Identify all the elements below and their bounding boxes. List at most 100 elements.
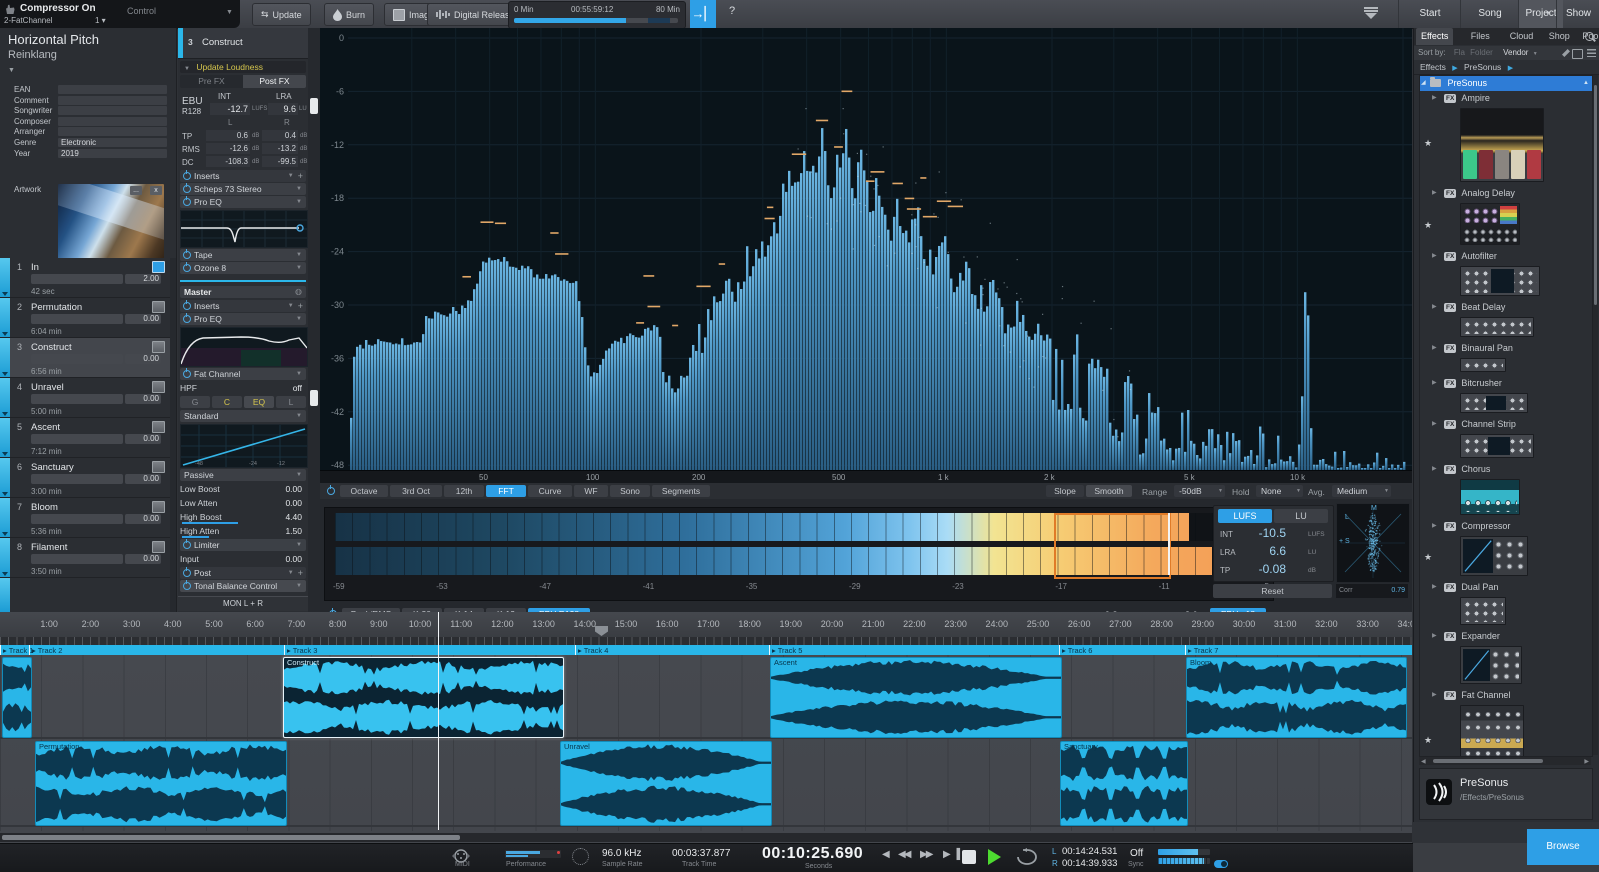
plugin-thumbnail[interactable] [1460, 705, 1524, 756]
control-dropdown-icon[interactable]: ▼ [226, 9, 233, 16]
tree-item-presonus-root[interactable]: ◢ PreSonus ▲ [1420, 76, 1592, 91]
expander-icon[interactable]: ▶ [1432, 341, 1437, 356]
favorite-star-icon[interactable]: ★ [1424, 220, 1432, 231]
track-list-item-partial[interactable] [0, 578, 170, 612]
scrollbar-thumb[interactable] [1433, 759, 1543, 763]
track-lanes[interactable]: Construct Ascent Bloom Permutation Unravel Sa… [0, 655, 1412, 831]
power-icon[interactable] [183, 313, 191, 323]
track-list-item[interactable]: 3 Construct 0.00 6:56 min [0, 338, 170, 378]
sort-vendor-option[interactable]: Vendor [1503, 48, 1528, 57]
fc-mode-dropdown[interactable]: Standard ▼ [180, 410, 306, 422]
eq-param-row[interactable]: High Boost 4.40 [180, 511, 306, 524]
panel-view-icon[interactable] [1572, 49, 1583, 59]
gain-value[interactable]: 0.00 [125, 394, 161, 404]
eq-param-row[interactable]: Low Boost 0.00 [180, 483, 306, 495]
expander-icon[interactable]: ▶ [1432, 580, 1437, 595]
track-header-label[interactable]: ▸ Track 4 [578, 646, 608, 655]
track-eq-curve[interactable] [180, 210, 308, 248]
inspector-track-header[interactable]: 3 Construct [178, 28, 308, 59]
eq-param-value[interactable]: 0.00 [285, 497, 302, 509]
plugin-thumbnail[interactable] [1460, 434, 1534, 458]
tree-item-channel-strip[interactable]: ▶ FX Channel Strip [1420, 417, 1592, 432]
power-icon[interactable] [183, 196, 191, 206]
expander-icon[interactable] [2, 412, 8, 416]
plugin-thumbnail[interactable] [1460, 266, 1540, 296]
power-icon[interactable] [183, 249, 191, 259]
expander-icon[interactable] [2, 372, 8, 376]
nav-start-button[interactable]: Start [1398, 0, 1461, 28]
loop-r-value[interactable]: 00:14:39.933 [1062, 858, 1117, 869]
expander-icon[interactable]: ▶ [1432, 417, 1437, 432]
slope-button[interactable]: Slope [1046, 485, 1084, 497]
time-ruler[interactable]: 1:00 2:00 3:00 4:00 5:00 6:00 7:00 8:00 9:00 10:0… [0, 612, 1412, 638]
spectrum-analyzer[interactable]: 0 -6 -12 -18 -24 -30 -36 -42 -48 [320, 28, 1412, 470]
audio-clip-sanctuary[interactable]: Sanctuary [1060, 741, 1188, 826]
stop-button[interactable] [962, 850, 976, 864]
eq-param-row[interactable]: High Atten 1.50 [180, 525, 306, 538]
insert-slot[interactable]: Pro EQ ▼ [180, 313, 306, 325]
expander-icon[interactable]: ▶ [1432, 519, 1437, 534]
next-marker-button[interactable]: ▶ [943, 849, 951, 860]
hold-dropdown[interactable]: None [1256, 485, 1303, 497]
artwork-remove-button[interactable]: x [150, 186, 162, 195]
audio-clip-construct[interactable]: Construct [283, 657, 564, 738]
audio-clip-in[interactable] [2, 657, 32, 738]
hpf-value[interactable]: off [293, 382, 302, 394]
browser-tab-shop[interactable]: Shop [1544, 28, 1575, 45]
expander-icon[interactable] [2, 492, 8, 496]
tree-item-ampire[interactable]: ▶ FX Ampire [1420, 91, 1592, 106]
main-time-display[interactable]: 00:10:25.690 [762, 845, 863, 863]
fat-channel-row[interactable]: Fat Channel ▼ [180, 368, 306, 380]
update-loudness-button[interactable]: Update Loudness [196, 62, 263, 72]
add-insert-icon[interactable]: + [298, 300, 303, 312]
eq-param-value[interactable]: 0.00 [285, 483, 302, 495]
breadcrumb-effects[interactable]: Effects [1420, 62, 1446, 72]
expander-icon[interactable]: ▶ [1432, 249, 1437, 264]
track-header-label[interactable]: ▸ Track 5 [772, 646, 802, 655]
plugin-thumbnail[interactable] [1460, 108, 1544, 182]
add-insert-icon[interactable]: + [298, 567, 303, 579]
control-menu[interactable]: Control [127, 6, 156, 16]
playhead[interactable] [438, 612, 439, 830]
expander-icon[interactable] [2, 452, 8, 456]
audio-clip-unravel[interactable]: Unravel [560, 741, 772, 826]
sort-flat-option[interactable]: Fla [1454, 48, 1465, 57]
analyzer-mode-sono[interactable]: Sono [610, 485, 650, 497]
analyzer-mode-fft[interactable]: FFT [486, 485, 526, 497]
fc-limiter-tab[interactable]: L [276, 396, 306, 408]
browser-tab-cloud[interactable]: Cloud [1505, 28, 1539, 45]
plugin-thumbnail[interactable] [1460, 646, 1522, 684]
add-insert-icon[interactable]: + [298, 170, 303, 182]
field-input[interactable] [58, 106, 167, 116]
tree-item-compressor[interactable]: ▶ FX Compressor [1420, 519, 1592, 534]
plugin-thumbnail[interactable] [1460, 358, 1506, 372]
plugin-thumbnail[interactable] [1460, 597, 1506, 625]
monitor-selector[interactable]: MON L + R [178, 596, 308, 611]
gain-slider[interactable] [31, 514, 123, 524]
scroll-right-icon[interactable]: ▶ [1584, 758, 1589, 765]
burn-button[interactable]: Burn [324, 3, 375, 26]
search-icon[interactable] [1585, 32, 1594, 41]
avg-dropdown[interactable]: Medium [1332, 485, 1391, 497]
favorite-star-icon[interactable]: ★ [1424, 552, 1432, 563]
gain-value[interactable]: 0.00 [125, 434, 161, 444]
fast-forward-button[interactable]: ▶▶ [920, 849, 933, 860]
track-list-item[interactable]: 8 Filament 0.00 3:50 min [0, 538, 170, 578]
post-header[interactable]: Post + ▼ [180, 567, 306, 579]
gain-value[interactable]: 0.00 [125, 314, 161, 324]
compressor-curve[interactable]: -48 -24 -12 [180, 424, 308, 468]
plugin-thumbnail[interactable] [1460, 479, 1520, 515]
expander-icon[interactable]: ▶ [1432, 688, 1437, 703]
audio-clip-permutation[interactable]: Permutation [35, 741, 287, 826]
nav-song-button[interactable]: Song [1460, 0, 1519, 28]
plugin-control-bar[interactable]: Compressor On 2-FatChannel 1 ▾ Control ▼ [0, 0, 240, 28]
power-icon[interactable] [183, 300, 191, 310]
track-header-strip[interactable]: ▸ Track 1 ▸ Track 2 ▸ Track 3 ▸ Track 4 ▸ Tr… [0, 645, 1412, 655]
sync-value[interactable]: Off [1130, 848, 1143, 859]
power-icon[interactable] [183, 368, 191, 378]
lufs-toggle[interactable]: LUFS [1218, 509, 1272, 523]
range-dropdown[interactable]: -50dB [1174, 485, 1225, 497]
browser-tab-files[interactable]: Files [1466, 28, 1495, 45]
nav-show-button[interactable]: Show [1556, 0, 1599, 28]
insert-slot[interactable]: Scheps 73 Stereo ▼ [180, 183, 306, 195]
